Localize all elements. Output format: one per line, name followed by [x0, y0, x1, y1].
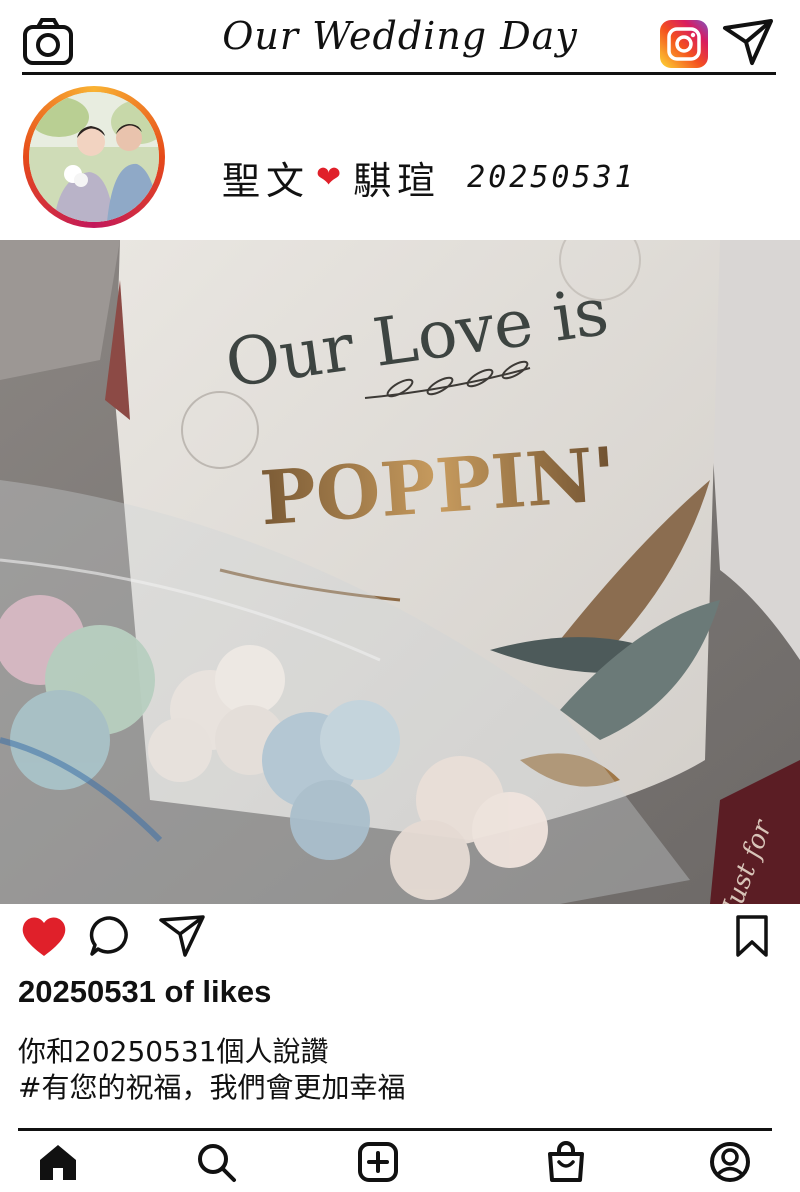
camera-icon[interactable]: [22, 17, 74, 67]
instagram-icon[interactable]: [660, 20, 708, 68]
share-icon[interactable]: [158, 914, 206, 958]
avatar[interactable]: [23, 86, 165, 228]
heart-icon[interactable]: [20, 914, 68, 958]
send-icon[interactable]: [722, 18, 774, 66]
add-post-icon[interactable]: [356, 1140, 400, 1184]
profile-username: 聖文 ❤ 騏瑄 20250531: [222, 150, 636, 205]
bride-name: 騏瑄: [353, 159, 442, 203]
caption-line: 你和20250531個人說讚: [18, 1035, 329, 1068]
post-caption: 你和20250531個人說讚 #有您的祝福，我們會更加幸福: [18, 1034, 405, 1106]
bottom-divider: [18, 1128, 772, 1131]
likes-count[interactable]: 20250531 of likes: [18, 974, 271, 1010]
groom-name: 聖文: [222, 159, 311, 203]
bottom-nav: [0, 1128, 800, 1192]
post-actions: [0, 906, 800, 966]
avatar-photo: [29, 92, 159, 222]
caption-hashtag[interactable]: #有您的祝福，我們會更加幸福: [18, 1070, 405, 1106]
top-bar: Our Wedding Day: [0, 0, 800, 76]
shop-icon[interactable]: [544, 1140, 588, 1184]
page-title: Our Wedding Day: [222, 14, 578, 58]
wedding-date: 20250531: [467, 160, 636, 195]
header-divider: [22, 72, 776, 75]
bookmark-icon[interactable]: [734, 914, 770, 958]
heart-icon: ❤: [316, 160, 348, 195]
post-photo[interactable]: Our Love is POPPIN' Just for: [0, 240, 800, 904]
home-icon[interactable]: [36, 1140, 80, 1184]
search-icon[interactable]: [194, 1140, 238, 1184]
profile-icon[interactable]: [708, 1140, 752, 1184]
comment-icon[interactable]: [88, 914, 132, 958]
